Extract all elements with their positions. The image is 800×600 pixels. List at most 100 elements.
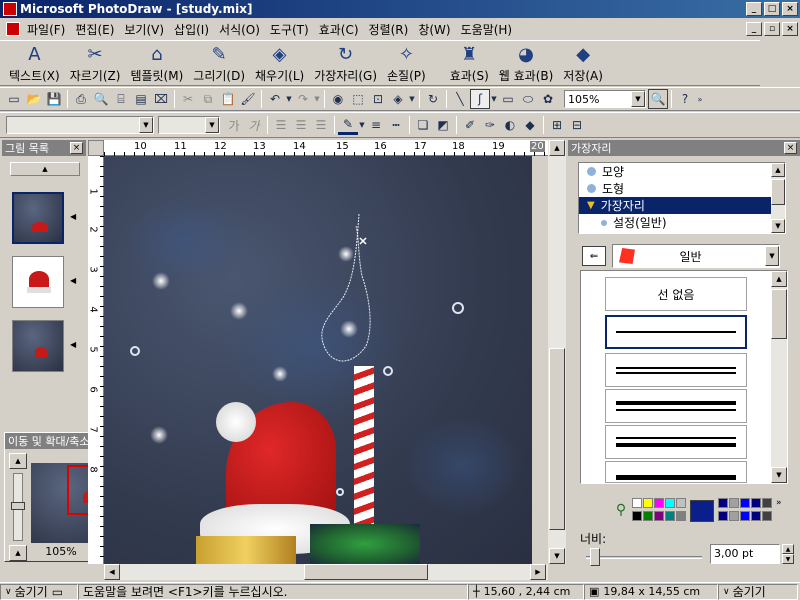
dash-style-icon[interactable]: ┅ xyxy=(386,115,406,135)
color-swatch[interactable] xyxy=(632,498,642,508)
doc-close-button[interactable]: × xyxy=(782,22,798,36)
clone-icon[interactable]: ◆ xyxy=(520,115,540,135)
tree-item-shape[interactable]: 모양 xyxy=(579,163,785,180)
hide-right-button[interactable]: ∨ 숨기기 xyxy=(718,583,798,600)
horizontal-scroll-thumb[interactable] xyxy=(304,564,428,580)
drawn-curve-path[interactable] xyxy=(304,196,394,376)
category-select[interactable]: 일반 ▼ xyxy=(612,244,780,268)
shadow-icon[interactable]: ❏ xyxy=(413,115,433,135)
fill-tool-icon[interactable]: ◈ xyxy=(388,89,408,109)
font-select[interactable]: ▼ xyxy=(6,116,154,134)
template-button[interactable]: ⌂ 템플릿(M) xyxy=(125,41,188,87)
save-icon[interactable]: 💾 xyxy=(44,89,64,109)
color-swatch[interactable] xyxy=(665,498,675,508)
scroll-up-arrow[interactable]: ▲ xyxy=(771,163,785,177)
menu-view[interactable]: 보기(V) xyxy=(119,21,169,38)
color-swatch[interactable] xyxy=(718,498,728,508)
paste-icon[interactable]: 📋 xyxy=(218,89,238,109)
color-swatch[interactable] xyxy=(762,498,772,508)
current-color-swatch[interactable] xyxy=(690,500,714,522)
color-swatch[interactable] xyxy=(676,498,686,508)
line-style-thick[interactable] xyxy=(605,389,747,423)
curve-icon[interactable]: ʃ xyxy=(470,89,490,109)
menu-tools[interactable]: 도구(T) xyxy=(265,21,314,38)
touchup-button[interactable]: ✧ 손질(P) xyxy=(382,41,431,87)
color-swatch[interactable] xyxy=(632,511,642,521)
outline-button[interactable]: ↻ 가장자리(G) xyxy=(309,41,382,87)
scroll-up-arrow[interactable]: ▲ xyxy=(771,271,787,287)
color-swatch[interactable] xyxy=(740,498,750,508)
menu-file[interactable]: 파일(F) xyxy=(22,21,70,38)
picture-thumbnail-1[interactable] xyxy=(12,192,64,244)
copy-icon[interactable]: ⧉ xyxy=(198,89,218,109)
zoom-fit-icon[interactable]: 🔍 xyxy=(648,89,668,109)
menu-edit[interactable]: 편집(E) xyxy=(70,21,119,38)
undo-dropdown-icon[interactable]: ▼ xyxy=(285,89,293,109)
tree-scrollbar[interactable]: ▲ ▼ xyxy=(771,163,785,233)
save-button[interactable]: ◆ 저장(A) xyxy=(558,41,608,87)
help-icon[interactable]: ? xyxy=(675,89,695,109)
color-mode-icon[interactable]: ◉ xyxy=(328,89,348,109)
close-icon[interactable]: × xyxy=(784,142,797,154)
scroll-right-arrow[interactable]: ▶ xyxy=(530,564,546,580)
bold-icon[interactable]: 가 xyxy=(224,115,244,135)
zoom-slider[interactable] xyxy=(11,473,25,541)
menu-insert[interactable]: 삽입(I) xyxy=(169,21,214,38)
width-slider[interactable] xyxy=(586,548,702,568)
print-icon[interactable]: ⎙ xyxy=(71,89,91,109)
align-right-icon[interactable]: ☰ xyxy=(311,115,331,135)
format-painter-icon[interactable]: 🖌 xyxy=(238,89,258,109)
color-swatch[interactable] xyxy=(729,498,739,508)
doc-minimize-button[interactable]: _ xyxy=(746,22,762,36)
web-effects-button[interactable]: ◕ 웹 효과(B) xyxy=(494,41,559,87)
width-slider-thumb[interactable] xyxy=(590,548,600,566)
new-icon[interactable]: ▭ xyxy=(4,89,24,109)
hide-left-button[interactable]: ∨ 숨기기 ▭ xyxy=(0,583,78,600)
gallery-scroll-thumb[interactable] xyxy=(771,289,787,339)
shape-icon[interactable]: ✿ xyxy=(538,89,558,109)
scroll-down-arrow[interactable]: ▼ xyxy=(771,219,785,233)
chevron-right-icon[interactable]: ◀ xyxy=(70,212,76,221)
picture-icon[interactable]: ▤ xyxy=(131,89,151,109)
italic-icon[interactable]: 가 xyxy=(244,115,264,135)
color-swatch[interactable] xyxy=(762,511,772,521)
scroll-up-button[interactable]: ▲ xyxy=(10,162,80,176)
group-icon[interactable]: ⊞ xyxy=(547,115,567,135)
tree-scroll-thumb[interactable] xyxy=(771,179,785,205)
width-input[interactable]: 3,00 pt xyxy=(710,544,780,564)
picture-thumbnail-3[interactable] xyxy=(12,320,64,372)
tree-item-outline[interactable]: ▼ 가장자리 xyxy=(579,197,785,214)
color-swatch[interactable] xyxy=(654,511,664,521)
color-swatch[interactable] xyxy=(751,511,761,521)
back-icon[interactable]: ⇐ xyxy=(582,246,606,266)
chevron-down-icon[interactable]: ▼ xyxy=(631,91,645,107)
line-style-none[interactable]: 선 없음 xyxy=(605,277,747,311)
crop-select-icon[interactable]: ⊡ xyxy=(368,89,388,109)
toolbar-options-icon[interactable]: » xyxy=(695,89,705,109)
scroll-up-arrow[interactable]: ▲ xyxy=(549,140,565,156)
align-center-icon[interactable]: ☰ xyxy=(291,115,311,135)
crop-button[interactable]: ✂ 자르기(Z) xyxy=(65,41,126,87)
close-button[interactable]: × xyxy=(782,2,798,16)
width-spinner[interactable]: ▲ ▼ xyxy=(782,544,794,564)
spin-up-icon[interactable]: ▲ xyxy=(782,544,794,554)
doc-restore-button[interactable]: ▫ xyxy=(764,22,780,36)
redo-icon[interactable]: ↷ xyxy=(293,89,313,109)
scroll-down-arrow[interactable]: ▼ xyxy=(771,467,787,483)
vertical-scroll-thumb[interactable] xyxy=(549,348,565,530)
rotate-icon[interactable]: ↻ xyxy=(423,89,443,109)
menu-effects[interactable]: 효과(C) xyxy=(314,21,364,38)
scroll-down-arrow[interactable]: ▼ xyxy=(549,548,565,564)
font-size-select[interactable]: ▼ xyxy=(158,116,220,134)
undo-icon[interactable]: ↶ xyxy=(265,89,285,109)
chevron-right-icon[interactable]: ◀ xyxy=(70,340,76,349)
picture-thumbnail-2[interactable] xyxy=(12,256,64,308)
app-icon[interactable] xyxy=(3,2,17,16)
draw-button[interactable]: ✎ 그리기(D) xyxy=(188,41,250,87)
line-weight-icon[interactable]: ≡ xyxy=(366,115,386,135)
menu-arrange[interactable]: 정렬(R) xyxy=(364,21,414,38)
edit-points-icon[interactable]: ✐ xyxy=(460,115,480,135)
line-color-icon[interactable]: ✎ xyxy=(338,115,358,135)
color-swatch[interactable] xyxy=(676,511,686,521)
ungroup-icon[interactable]: ⊟ xyxy=(567,115,587,135)
